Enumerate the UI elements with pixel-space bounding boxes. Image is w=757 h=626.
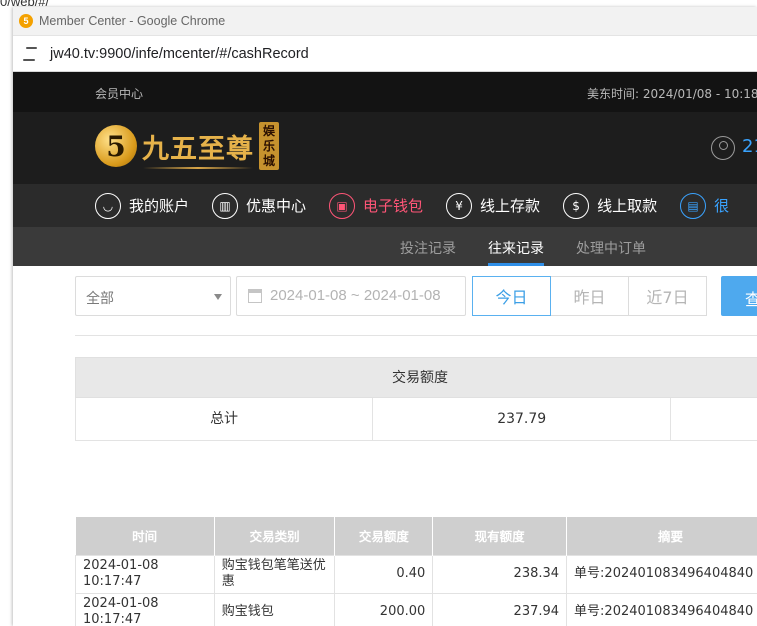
table-row: 2024-01-08 10:17:47 购宝钱包 200.00 237.94 单…	[75, 592, 757, 626]
address-bar[interactable]: jw40.tv:9900/infe/mcenter/#/cashRecord	[13, 36, 757, 72]
col-type: 交易类别	[214, 517, 336, 555]
wallet-icon: ▣	[329, 192, 356, 219]
user-avatar-icon[interactable]	[711, 136, 735, 160]
col-amount: 交易额度	[334, 517, 434, 555]
records-header-row: 时间 交易类别 交易额度 现有额度 摘要	[75, 517, 757, 555]
logo-tag: 娱乐城	[259, 122, 279, 170]
select-value: 全部	[86, 291, 114, 307]
cell-type: 购宝钱包	[213, 592, 336, 626]
eastern-time: 美东时间: 2024/01/08 - 10:18	[587, 87, 757, 101]
nav-e-wallet[interactable]: ▣ 电子钱包	[329, 192, 424, 219]
summary-table: 交易额度 总计 237.79	[75, 357, 757, 441]
cell-balance: 238.34	[432, 554, 568, 594]
cell-amount: 0.40	[334, 554, 434, 594]
user-id[interactable]: 21	[742, 136, 757, 157]
nav-label: 线上存款	[480, 197, 541, 215]
date-range-value: 2024-01-08 ~ 2024-01-08	[270, 287, 441, 304]
date-range-picker[interactable]: 2024-01-08 ~ 2024-01-08	[236, 276, 466, 316]
nav-deposit[interactable]: ¥ 线上存款	[446, 192, 541, 219]
deposit-icon: ¥	[446, 192, 473, 219]
logo-coin-icon: 5	[95, 125, 137, 167]
calendar-icon	[248, 289, 262, 303]
url-text[interactable]: jw40.tv:9900/infe/mcenter/#/cashRecord	[50, 46, 309, 62]
nav-promotions[interactable]: ▥ 优惠中心	[212, 192, 307, 219]
col-balance: 现有额度	[432, 517, 568, 555]
last-7-days-button[interactable]: 近7日	[628, 276, 707, 316]
member-center-link[interactable]: 会员中心	[95, 85, 143, 102]
site-favicon-icon: 5	[19, 14, 33, 28]
window-title: Member Center - Google Chrome	[39, 14, 226, 28]
records-table: 时间 交易类别 交易额度 现有额度 摘要 2024-01-08 10:17:47…	[75, 517, 757, 626]
today-button[interactable]: 今日	[472, 276, 551, 316]
tab-pending-orders[interactable]: 处理中订单	[576, 238, 646, 258]
cell-type: 购宝钱包笔笔送优惠	[213, 554, 336, 594]
table-row: 2024-01-08 10:17:47 购宝钱包笔笔送优惠 0.40 238.3…	[75, 554, 757, 594]
site-logo[interactable]: 5 九五至尊 娱乐城	[95, 122, 279, 170]
yesterday-button[interactable]: 昨日	[550, 276, 629, 316]
col-summary: 摘要	[566, 517, 757, 555]
nav-label: 线上取款	[597, 197, 658, 215]
cell-amount: 200.00	[334, 592, 434, 626]
cell-summary: 单号:202401083496404840	[566, 592, 757, 626]
caret-down-icon	[214, 294, 222, 300]
summary-label: 总计	[76, 398, 374, 440]
gift-icon: ▥	[212, 192, 239, 219]
cell-balance: 237.94	[432, 592, 568, 626]
site-header: 5 九五至尊 娱乐城 21	[13, 112, 757, 184]
main-nav: ◡ 我的账户 ▥ 优惠中心 ▣ 电子钱包 ¥ 线上存款 $ 线上取款 ▤ 很	[13, 184, 757, 227]
nav-more[interactable]: ▤ 很	[680, 192, 730, 219]
nav-my-account[interactable]: ◡ 我的账户	[95, 192, 190, 219]
browser-window: 5 Member Center - Google Chrome jw40.tv:…	[13, 7, 757, 626]
user-icon: ◡	[95, 192, 121, 219]
nav-label: 优惠中心	[246, 197, 307, 215]
cell-time: 2024-01-08 10:17:47	[75, 592, 215, 626]
cell-time: 2024-01-08 10:17:47	[75, 554, 215, 594]
withdraw-icon: $	[563, 192, 590, 219]
logo-brand-text: 九五至尊	[142, 133, 254, 165]
day-buttons: 今日 昨日 近7日	[472, 276, 707, 316]
title-bar: 5 Member Center - Google Chrome	[13, 7, 757, 36]
divider	[75, 335, 757, 336]
content-area: 全部 2024-01-08 ~ 2024-01-08 今日 昨日 近7日 查 交…	[13, 266, 757, 626]
nav-label: 电子钱包	[363, 197, 424, 215]
summary-value: 237.79	[373, 398, 672, 440]
nav-withdraw[interactable]: $ 线上取款	[563, 192, 658, 219]
summary-extra-cell	[671, 398, 757, 440]
col-time: 时间	[75, 517, 215, 555]
tab-bet-records[interactable]: 投注记录	[400, 238, 456, 258]
query-button[interactable]: 查	[721, 276, 757, 316]
nav-label: 我的账户	[129, 197, 190, 215]
transaction-type-select[interactable]: 全部	[75, 276, 231, 316]
top-strip: 会员中心 美东时间: 2024/01/08 - 10:18	[13, 72, 757, 112]
logo-ornament	[143, 167, 253, 169]
summary-header: 交易额度	[75, 357, 757, 398]
document-icon: ▤	[680, 192, 707, 219]
site-info-icon[interactable]	[23, 46, 39, 61]
tab-cash-records[interactable]: 往来记录	[488, 238, 544, 258]
page: 会员中心 美东时间: 2024/01/08 - 10:18 5 九五至尊 娱乐城…	[13, 72, 757, 626]
cell-summary: 单号:202401083496404840	[566, 554, 757, 594]
nav-label: 很	[714, 197, 730, 215]
sub-nav: 投注记录 往来记录 处理中订单	[13, 227, 757, 266]
summary-row: 总计 237.79	[75, 398, 757, 441]
